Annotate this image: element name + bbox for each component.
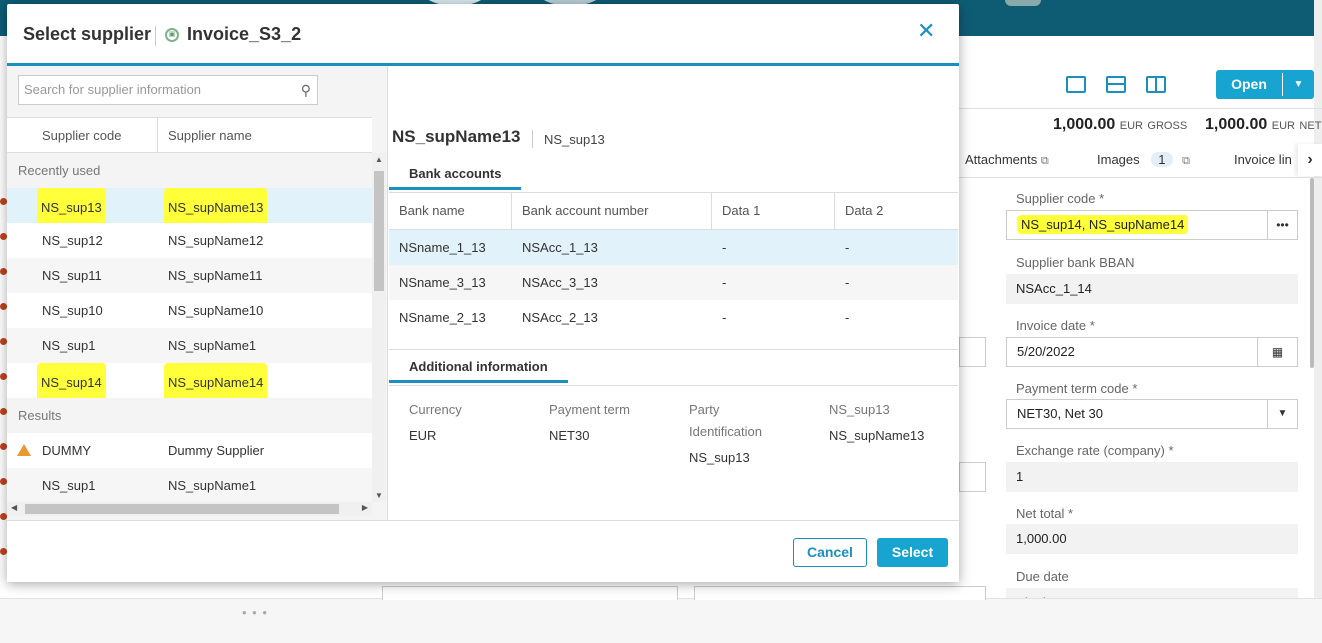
table-row[interactable]: NSname_2_13 NSAcc_2_13 - - [389,300,958,335]
additional-information: Currency EUR Payment term NET30 Party Id… [389,385,958,516]
tab-images[interactable]: Images 1 ⧉ [1097,152,1190,168]
background-input[interactable] [382,586,678,600]
background-input[interactable] [959,462,986,492]
scroll-down-icon[interactable]: ▼ [375,491,383,500]
supplier-list-pane: Search for supplier information ⚲ Suppli… [7,66,388,520]
tab-additional-information[interactable]: Additional information [389,355,568,383]
column-data-2[interactable]: Data 2 [845,193,883,229]
list-item[interactable]: DUMMY Dummy Supplier [7,433,372,468]
bank-accounts-table: Bank name Bank account number Data 1 Dat… [389,193,958,335]
external-link-icon: ⧉ [1040,155,1049,167]
currency-info: Currency EUR [409,402,462,443]
party-identification-info: Party Identification NS_sup13 [689,402,762,465]
scroll-thumb[interactable] [374,171,384,291]
list-item[interactable]: NS_sup10 NS_supName10 [7,293,372,328]
invoice-date-field[interactable]: 5/20/2022 ▦ [1006,337,1298,367]
external-link-icon: ⧉ [1182,155,1190,167]
list-horizontal-scrollbar[interactable]: ◀ ▶ [7,502,372,516]
vertical-split-icon[interactable] [1146,76,1166,93]
background-input[interactable] [694,586,986,600]
due-date-label: Due date [1016,569,1069,584]
supplier-bban-label: Supplier bank BBAN [1016,255,1135,270]
form-scrollbar[interactable] [1310,178,1314,368]
column-supplier-code[interactable]: Supplier code [42,128,122,143]
list-item[interactable]: NS_sup1 NS_supName1 [7,468,372,503]
gross-total: 1,000.00 EUR GROSS [1053,116,1188,133]
scroll-thumb[interactable] [25,504,339,514]
exchange-rate-label: Exchange rate (company) * [1016,443,1174,458]
table-row[interactable]: NSname_1_13 NSAcc_1_13 - - [389,230,958,265]
scroll-up-icon[interactable]: ▲ [375,155,383,164]
open-button-label: Open [1231,76,1267,92]
dialog-header: Select supplier ▣ Invoice_S3_2 ✕ [7,4,959,66]
page-right-edge [1314,0,1322,643]
supplier-detail-code: NS_sup13 [544,132,605,147]
more-options-icon[interactable]: ••• [1267,211,1297,239]
supplier-extra-info: NS_sup13 NS_supName13 [829,402,925,443]
close-icon[interactable]: ✕ [917,18,935,44]
open-button[interactable]: Open ▼ [1216,70,1314,99]
supplier-code-field[interactable]: NS_sup14, NS_supName14 ••• [1006,210,1298,240]
cancel-button[interactable]: Cancel [793,538,867,567]
column-bank-name[interactable]: Bank name [399,193,465,229]
resize-handle-icon[interactable]: • • • [242,605,268,620]
net-total: 1,000.00 EUR NET [1205,116,1322,133]
net-total-label: Net total * [1016,506,1074,521]
document-icon: ▣ [165,28,179,42]
horizontal-split-icon[interactable] [1106,76,1126,93]
chevron-down-icon[interactable]: ▼ [1283,70,1314,99]
chevron-right-icon[interactable]: › [1298,144,1322,176]
supplier-bban-field: NSAcc_1_14 [1006,274,1298,304]
tab-invoice-lines[interactable]: Invoice lin [1234,152,1292,167]
background-input[interactable] [959,337,986,367]
list-item[interactable]: NS_sup14 NS_supName14 [7,363,372,402]
invoice-date-label: Invoice date * [1016,318,1095,333]
column-supplier-name[interactable]: Supplier name [168,128,252,143]
list-vertical-scrollbar[interactable]: ▲ ▼ [372,153,386,502]
scroll-left-icon[interactable]: ◀ [11,503,17,512]
search-icon[interactable]: ⚲ [301,76,311,104]
dialog-title: Select supplier [23,24,152,44]
group-recently-used: Recently used [7,153,372,188]
supplier-detail-name: NS_supName13 [392,127,521,146]
single-view-icon[interactable] [1066,76,1086,93]
search-input[interactable]: Search for supplier information ⚲ [18,75,318,105]
list-item[interactable]: NS_sup11 NS_supName11 [7,258,372,293]
supplier-code-value: NS_sup14, NS_supName14 [1017,215,1189,234]
net-total-field: 1,000.00 [1006,524,1298,554]
supplier-list-header: Supplier code Supplier name [7,117,372,154]
dialog-footer: Cancel Select [7,520,959,582]
exchange-rate-field: 1 [1006,462,1298,492]
chevron-down-icon[interactable]: ▼ [1267,400,1297,428]
list-item[interactable]: NS_sup1 NS_supName1 [7,328,372,363]
payment-term-select[interactable]: NET30, Net 30 ▼ [1006,399,1298,429]
invoice-date-value: 5/20/2022 [1017,344,1075,359]
bank-table-header: Bank name Bank account number Data 1 Dat… [389,193,958,230]
background-footer: • • • [0,598,1322,643]
tab-bank-accounts[interactable]: Bank accounts [389,162,522,190]
calendar-icon[interactable]: ▦ [1257,338,1297,366]
tab-attachments[interactable]: Attachments ⧉ [965,152,1049,168]
payment-term-label: Payment term code * [1016,381,1138,396]
group-results: Results [7,398,372,433]
column-data-1[interactable]: Data 1 [722,193,760,229]
document-tabs: Attachments ⧉ Images 1 ⧉ Invoice lin [958,152,1322,176]
document-name: Invoice_S3_2 [187,24,302,44]
supplier-list: Recently used NS_sup13 NS_supName13 NS_s… [7,153,372,503]
scroll-right-icon[interactable]: ▶ [362,503,368,512]
list-item[interactable]: NS_sup12 NS_supName12 [7,223,372,258]
table-row[interactable]: NSname_3_13 NSAcc_3_13 - - [389,265,958,300]
payment-term-value: NET30, Net 30 [1017,406,1103,421]
list-item[interactable]: NS_sup13 NS_supName13 [7,188,372,227]
images-count-badge: 1 [1151,152,1173,167]
supplier-code-label: Supplier code * [1016,191,1105,206]
select-button[interactable]: Select [877,538,948,567]
header-tile [1005,0,1041,6]
column-bank-account-number[interactable]: Bank account number [522,193,648,229]
warning-icon [17,444,31,456]
search-placeholder: Search for supplier information [24,82,202,97]
payment-term-info: Payment term NET30 [549,402,630,443]
